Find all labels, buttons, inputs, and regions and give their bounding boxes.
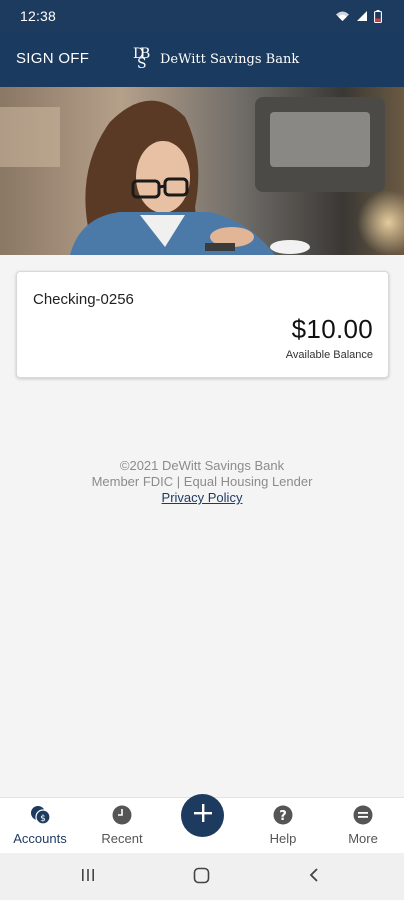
nav-recent-label: Recent bbox=[101, 831, 143, 846]
nav-more-label: More bbox=[348, 831, 378, 846]
nav-more[interactable]: More bbox=[323, 798, 403, 854]
account-card[interactable]: Checking-0256 $10.00 Available Balance bbox=[16, 271, 389, 378]
clock-icon bbox=[112, 805, 132, 825]
status-bar: 12:38 bbox=[0, 0, 404, 32]
privacy-policy-link[interactable]: Privacy Policy bbox=[162, 490, 243, 505]
account-balance: $10.00 bbox=[291, 314, 373, 344]
wifi-icon bbox=[335, 10, 350, 22]
svg-text:?: ? bbox=[279, 809, 287, 824]
nav-recent[interactable]: Recent bbox=[82, 798, 162, 854]
copyright-text: ©2021 DeWitt Savings Bank bbox=[119, 458, 285, 473]
more-icon bbox=[353, 805, 373, 825]
logo-monogram-icon: D B S bbox=[132, 44, 154, 75]
nav-help[interactable]: ? Help bbox=[243, 798, 323, 854]
status-time: 12:38 bbox=[20, 8, 57, 24]
svg-text:S: S bbox=[137, 56, 147, 70]
app-screen: 12:38 SIGN OFF D B S DeWitt Savings Bank… bbox=[0, 0, 404, 900]
nav-accounts-label: Accounts bbox=[13, 831, 67, 846]
svg-text:$: $ bbox=[40, 814, 46, 824]
help-icon: ? bbox=[273, 805, 293, 825]
accounts-icon: $ bbox=[30, 805, 51, 825]
home-icon[interactable] bbox=[193, 867, 210, 889]
plus-icon bbox=[193, 803, 213, 828]
member-fdic-text: Member FDIC | Equal Housing Lender bbox=[91, 474, 313, 489]
bank-logo[interactable]: D B S DeWitt Savings Bank bbox=[132, 44, 299, 75]
sign-off-button[interactable]: SIGN OFF bbox=[16, 50, 89, 67]
hero-image bbox=[0, 87, 404, 255]
status-icons bbox=[335, 9, 382, 23]
add-button[interactable] bbox=[181, 794, 224, 837]
recent-apps-icon[interactable] bbox=[80, 867, 96, 888]
nav-help-label: Help bbox=[269, 831, 297, 846]
app-header: SIGN OFF D B S DeWitt Savings Bank bbox=[0, 32, 404, 87]
legal-footer: ©2021 DeWitt Savings Bank Member FDIC | … bbox=[0, 458, 404, 506]
nav-accounts[interactable]: $ Accounts bbox=[0, 798, 80, 854]
battery-icon bbox=[374, 9, 382, 23]
balance-label: Available Balance bbox=[285, 349, 373, 361]
system-nav-bar bbox=[0, 853, 404, 900]
signal-icon bbox=[356, 10, 368, 22]
back-icon[interactable] bbox=[308, 867, 320, 888]
account-name: Checking-0256 bbox=[33, 291, 134, 308]
brand-name: DeWitt Savings Bank bbox=[160, 52, 300, 67]
